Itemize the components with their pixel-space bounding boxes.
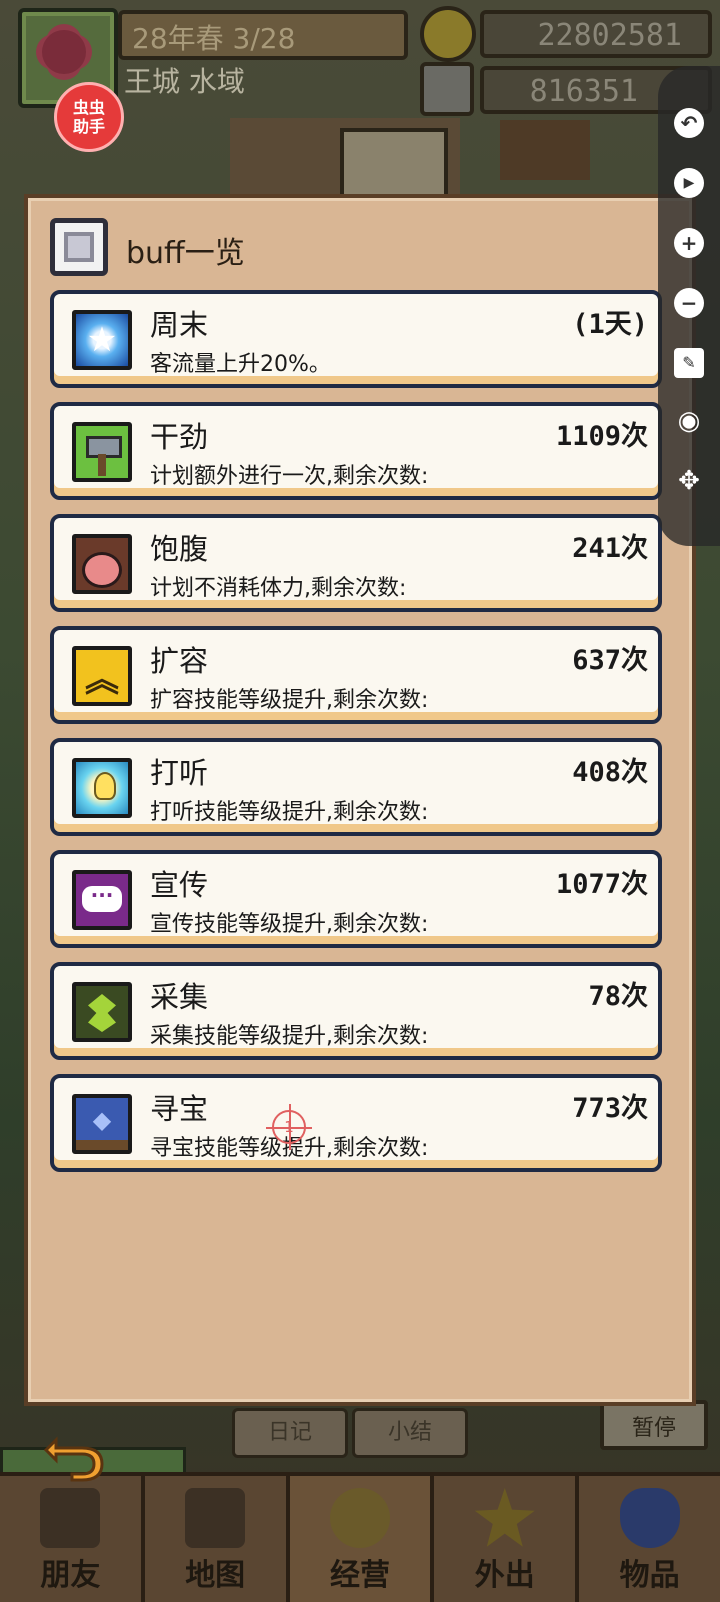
buff-name: 饱腹 xyxy=(150,532,209,566)
flower-icon xyxy=(42,30,86,74)
bottom-nav: 朋友 地图 经营 外出 物品 xyxy=(0,1472,720,1602)
buff-name: 扩容 xyxy=(150,644,209,678)
treasure-banner-icon xyxy=(72,1094,132,1154)
hammer-icon xyxy=(72,422,132,482)
summary-tab[interactable]: 小结 xyxy=(352,1408,468,1458)
buff-name: 干劲 xyxy=(150,420,209,454)
buff-name: 寻宝 xyxy=(150,1092,209,1126)
nav-map-label: 地图 xyxy=(185,1558,246,1593)
diary-tab[interactable]: 日记 xyxy=(232,1408,348,1458)
buff-count: 408次 xyxy=(572,757,648,788)
nav-items[interactable]: 物品 xyxy=(579,1476,720,1602)
buff-item[interactable]: 扩容 637次 扩容技能等级提升,剩余次数: xyxy=(50,626,662,724)
background-sign xyxy=(340,128,448,198)
edit-icon[interactable]: ✎ xyxy=(674,348,704,378)
buff-name: 打听 xyxy=(150,756,209,790)
zoom-out-icon[interactable]: − xyxy=(674,288,704,318)
game-screen: 28年春 3/28 王城 水域 22802581 816351 日记 小结 暂停… xyxy=(0,0,720,1602)
buff-description: 计划不消耗体力,剩余次数: xyxy=(150,576,407,601)
side-toolbar: ↶ ▶ + − ✎ ◉ ✥ xyxy=(658,66,720,546)
helper-badge-line1: 虫虫 xyxy=(72,98,105,117)
buff-description: 客流量上升20%。 xyxy=(150,352,331,377)
game-date: 28年春 3/28 xyxy=(118,10,408,60)
chat-bubble-icon xyxy=(72,870,132,930)
eye-icon[interactable]: ◉ xyxy=(674,406,704,436)
buff-description: 打听技能等级提升,剩余次数: xyxy=(150,800,429,825)
undo-arrow-icon[interactable] xyxy=(42,1432,106,1482)
buff-count: 1109次 xyxy=(555,421,648,452)
buff-description: 宣传技能等级提升,剩余次数: xyxy=(150,912,429,937)
nav-business-label: 经营 xyxy=(329,1558,390,1593)
buff-count: 1077次 xyxy=(555,869,648,900)
play-icon[interactable]: ▶ xyxy=(674,168,704,198)
buff-item[interactable]: 饱腹 241次 计划不消耗体力,剩余次数: xyxy=(50,514,662,612)
buff-item[interactable]: 寻宝 773次 寻宝技能等级提升,剩余次数: xyxy=(50,1074,662,1172)
shovel-icon xyxy=(40,1488,101,1548)
buff-name: 周末 xyxy=(150,308,209,342)
buff-item[interactable]: 采集 78次 采集技能等级提升,剩余次数: xyxy=(50,962,662,1060)
bag-icon xyxy=(619,1488,680,1548)
nav-outing-label: 外出 xyxy=(474,1558,535,1593)
buff-item[interactable]: 干劲 1109次 计划额外进行一次,剩余次数: xyxy=(50,402,662,500)
current-location: 王城 水域 xyxy=(124,65,245,98)
buff-description: 扩容技能等级提升,剩余次数: xyxy=(150,688,429,713)
helper-badge-line2: 助手 xyxy=(72,117,105,136)
pause-button[interactable]: 暂停 xyxy=(600,1400,708,1450)
coin-stack-icon xyxy=(329,1488,390,1548)
star-icon xyxy=(474,1488,535,1547)
dialog-title: buff一览 xyxy=(126,236,245,271)
nav-map[interactable]: 地图 xyxy=(144,1476,290,1602)
gem-icon xyxy=(420,62,474,116)
nav-friends[interactable]: 朋友 xyxy=(0,1476,145,1602)
nav-business[interactable]: 经营 xyxy=(289,1476,435,1602)
background-shelf xyxy=(500,120,590,180)
back-icon[interactable]: ↶ xyxy=(674,108,704,138)
weekend-star-icon xyxy=(72,310,132,370)
buff-count: 241次 xyxy=(572,533,648,564)
buff-count: 773次 xyxy=(572,1093,648,1124)
buff-count: 78次 xyxy=(588,981,648,1012)
coin-icon xyxy=(420,6,476,62)
lightbulb-icon xyxy=(72,758,132,818)
buff-description: 计划额外进行一次,剩余次数: xyxy=(150,464,429,489)
nav-items-label: 物品 xyxy=(619,1558,680,1593)
buff-name: 采集 xyxy=(150,980,209,1014)
buff-list: 周末 (1天) 客流量上升20%。 干劲 1109次 计划额外进行一次,剩余次数… xyxy=(50,290,662,1186)
buff-count: (1天) xyxy=(572,309,648,340)
nav-friends-label: 朋友 xyxy=(40,1558,101,1593)
zoom-in-icon[interactable]: + xyxy=(674,228,704,258)
move-icon[interactable]: ✥ xyxy=(674,466,704,496)
buff-item[interactable]: 周末 (1天) 客流量上升20%。 xyxy=(50,290,662,388)
coin-amount: 22802581 xyxy=(480,10,712,58)
buff-header-icon xyxy=(50,218,108,276)
helper-app-badge[interactable]: 虫虫 助手 xyxy=(54,82,124,152)
buff-description: 采集技能等级提升,剩余次数: xyxy=(150,1024,429,1049)
buff-item[interactable]: 打听 408次 打听技能等级提升,剩余次数: xyxy=(50,738,662,836)
buff-count: 637次 xyxy=(572,645,648,676)
meat-icon xyxy=(72,534,132,594)
expand-arrows-icon xyxy=(72,646,132,706)
nav-outing[interactable]: 外出 xyxy=(434,1476,580,1602)
touch-cursor-marker: 1 xyxy=(266,1104,312,1150)
buff-list-dialog: buff一览 周末 (1天) 客流量上升20%。 干劲 1109次 计划额外进行… xyxy=(24,194,696,1406)
gather-leaf-icon xyxy=(72,982,132,1042)
map-icon xyxy=(185,1488,246,1548)
buff-name: 宣传 xyxy=(150,868,209,902)
buff-item[interactable]: 宣传 1077次 宣传技能等级提升,剩余次数: xyxy=(50,850,662,948)
